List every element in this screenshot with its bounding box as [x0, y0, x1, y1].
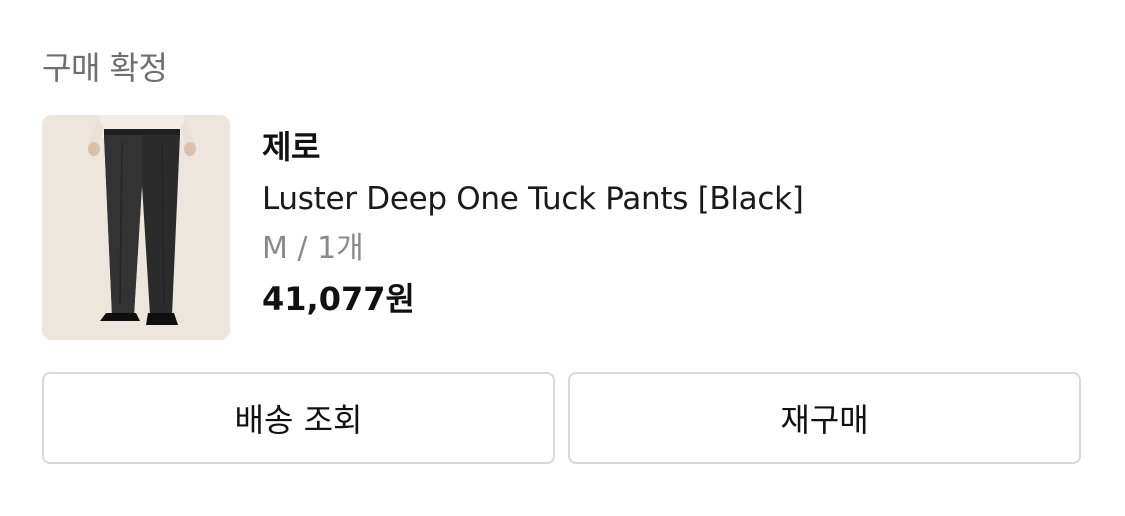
pants-product-image-icon — [42, 115, 230, 340]
order-status-label: 구매 확정 — [42, 49, 168, 87]
product-option: M / 1개 — [262, 231, 364, 266]
product-price: 41,077원 — [262, 280, 415, 318]
order-card: 구매 확정 제로 Luster Deep One Tuck Pants [Bla… — [0, 0, 1125, 516]
product-image[interactable] — [42, 115, 230, 340]
repurchase-button[interactable]: 재구매 — [568, 372, 1081, 464]
product-brand[interactable]: 제로 — [262, 124, 804, 170]
product-name[interactable]: Luster Deep One Tuck Pants [Black] — [262, 176, 804, 222]
product-info: 제로 Luster Deep One Tuck Pants [Black] M … — [262, 124, 804, 322]
track-shipping-button[interactable]: 배송 조회 — [42, 372, 555, 464]
